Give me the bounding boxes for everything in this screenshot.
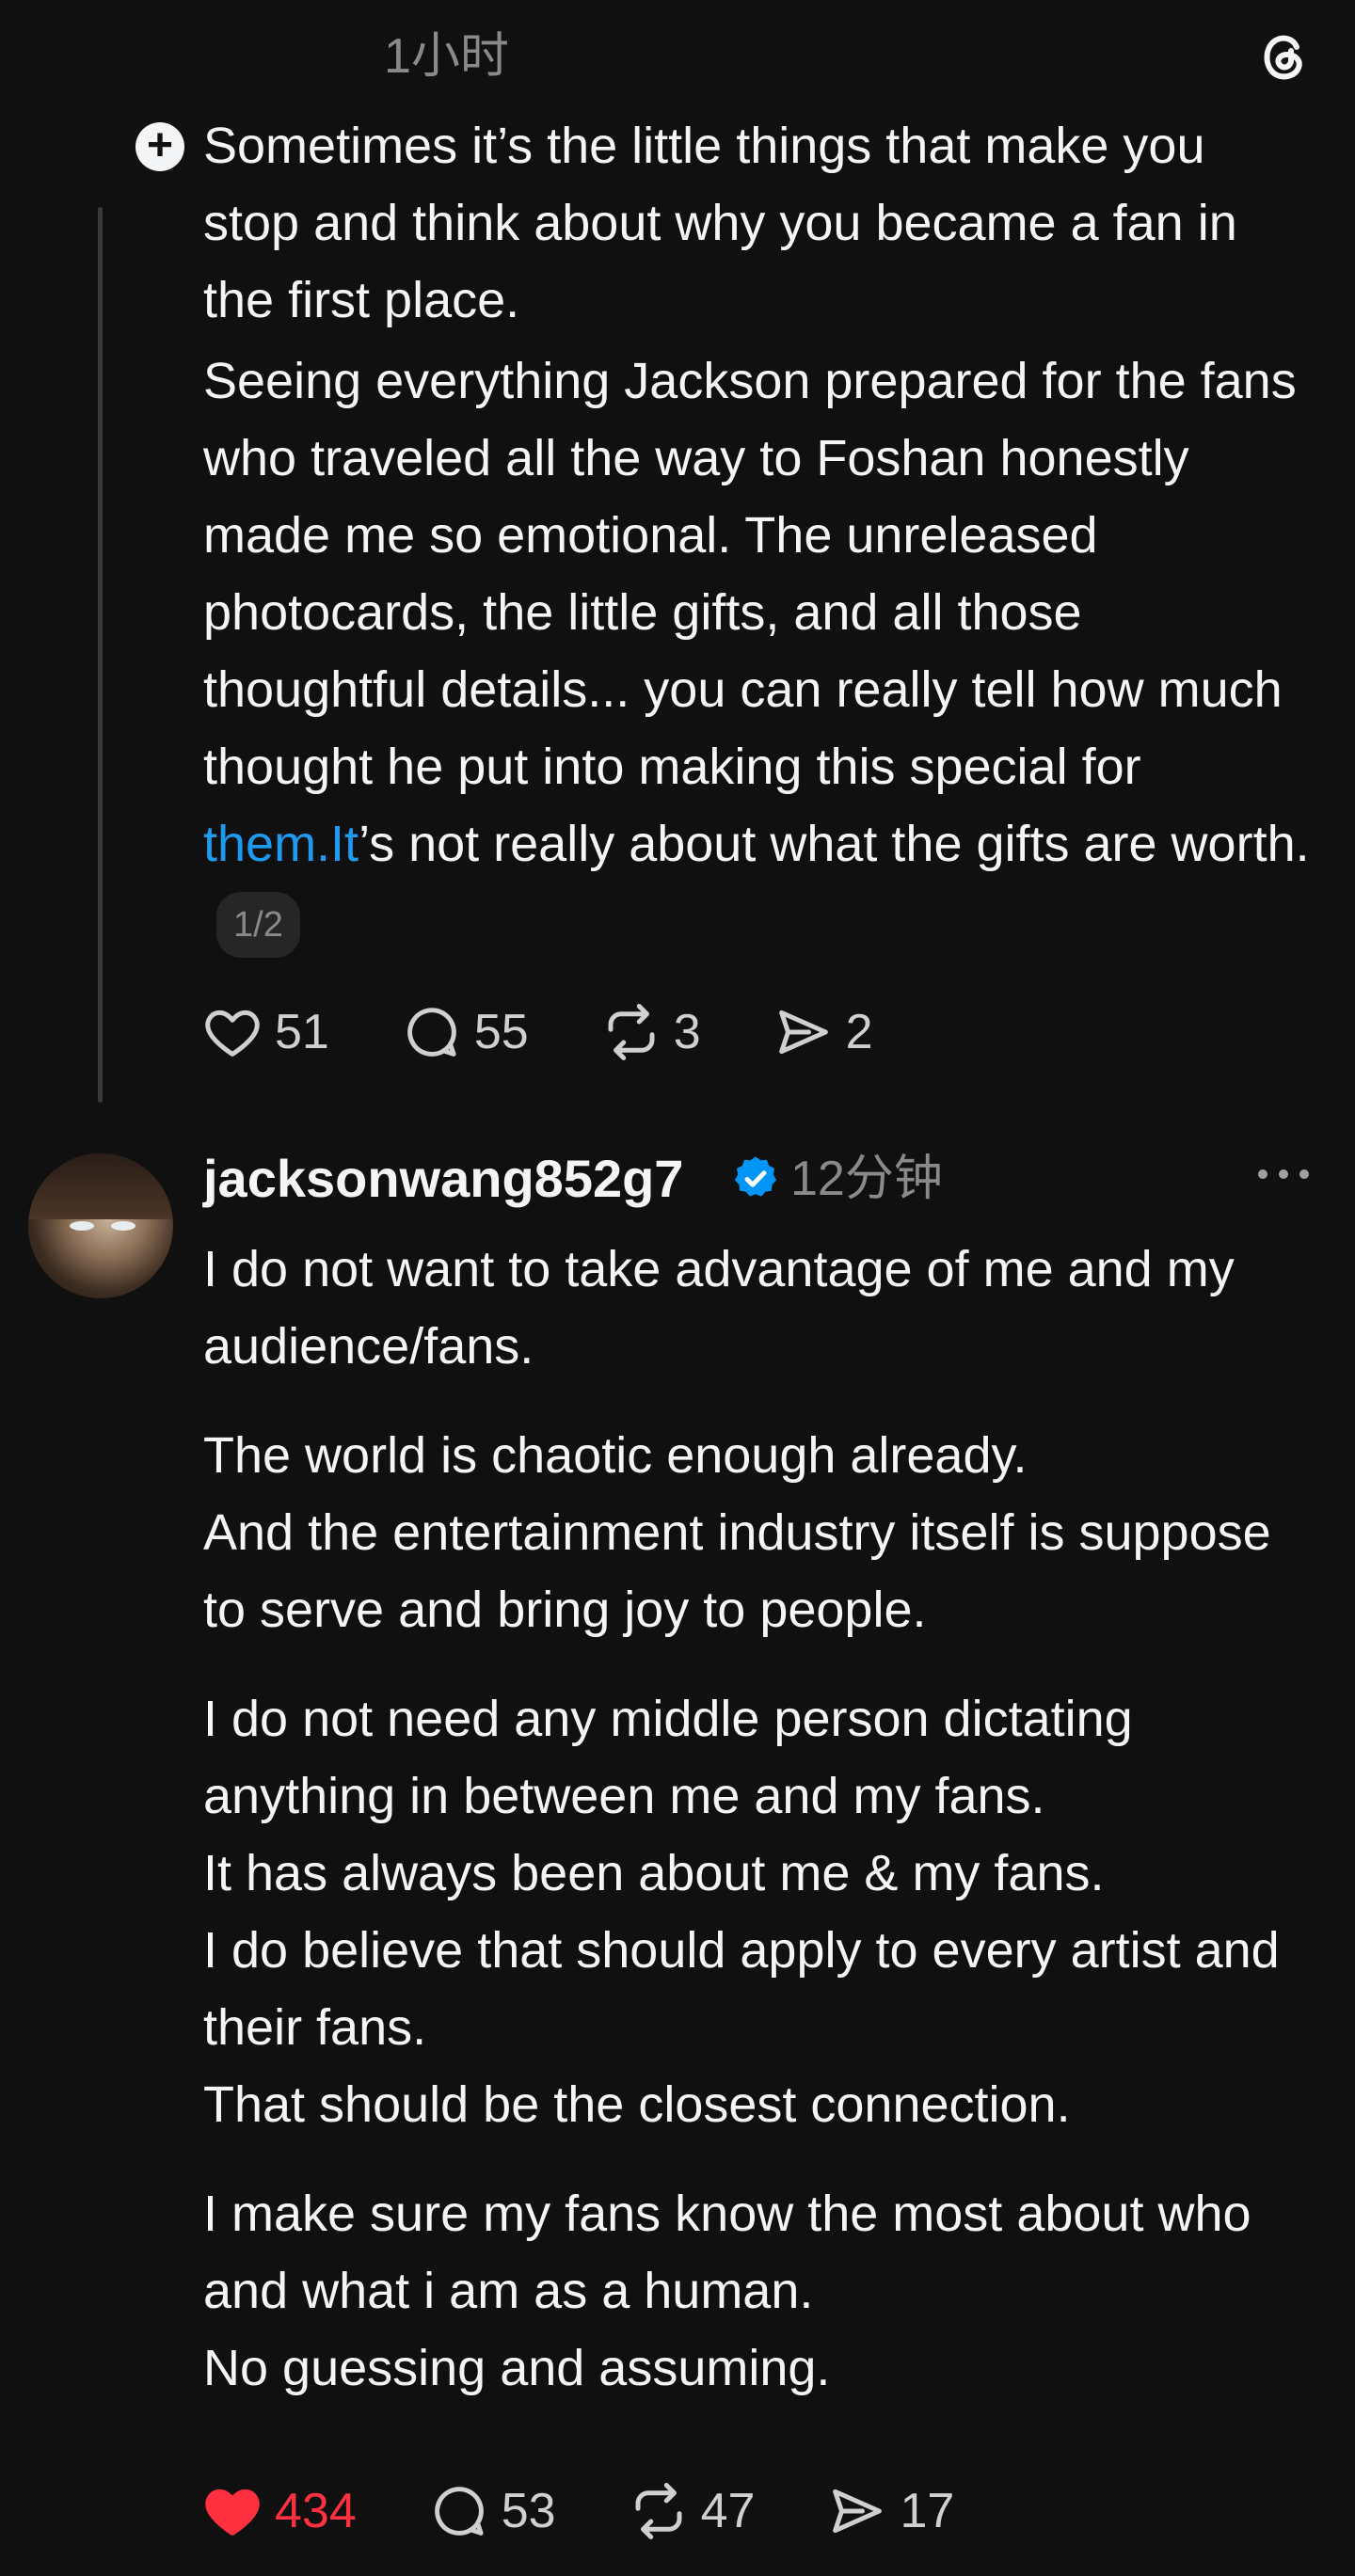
share-button[interactable]: 17	[826, 2480, 954, 2542]
repost-button[interactable]: 3	[600, 1001, 701, 1063]
post-body: Sometimes it’s the little things that ma…	[203, 107, 1314, 960]
username-link[interactable]: jacksonwang852g7	[203, 1146, 683, 1212]
reply-button[interactable]: 55	[401, 1001, 529, 1063]
post-link[interactable]: them.It	[203, 816, 359, 872]
like-count: 51	[275, 1005, 329, 1059]
post-text: Seeing everything Jackson prepared for t…	[203, 353, 1297, 795]
post-paragraph: The world is chaotic enough already.	[203, 1427, 1028, 1484]
reply-count: 53	[501, 2484, 556, 2538]
reply-button[interactable]: 53	[428, 2480, 556, 2542]
follow-plus-icon[interactable]: +	[136, 122, 184, 171]
post-paragraph: And the entertainment industry itself is…	[203, 1504, 1271, 1638]
post-paragraph: Sometimes it’s the little things that ma…	[203, 118, 1237, 328]
post-paragraph: I do not need any middle person dictatin…	[203, 1691, 1133, 1824]
more-icon[interactable]	[1253, 1165, 1314, 1184]
like-button[interactable]: 51	[201, 1001, 329, 1063]
heart-icon	[205, 2489, 260, 2536]
post-paragraph: It has always been about me & my fans.	[203, 1845, 1105, 1901]
post-timestamp: 12分钟	[790, 1152, 943, 1206]
post-paragraph: I make sure my fans know the most about …	[203, 2186, 1251, 2319]
repost-count: 3	[673, 1005, 701, 1059]
heart-icon	[205, 1010, 260, 1057]
post-paragraph: Seeing everything Jackson prepared for t…	[203, 342, 1314, 960]
reply-bubble-icon	[434, 2487, 484, 2536]
post-text: ’s not really about what the gifts are w…	[359, 816, 1310, 872]
post-paragraph: I do not want to take advantage of me an…	[203, 1241, 1235, 1375]
post-timestamp: 1小时	[384, 29, 509, 84]
share-button[interactable]: 2	[773, 1001, 873, 1063]
like-count: 434	[275, 2484, 357, 2538]
thread-connector-line	[98, 207, 103, 1103]
post-body: I do not want to take advantage of me an…	[203, 1231, 1314, 2407]
page-indicator-badge[interactable]: 1/2	[216, 891, 300, 958]
like-button[interactable]: 434	[201, 2480, 357, 2542]
avatar[interactable]	[28, 1153, 173, 1298]
reply-count: 55	[473, 1005, 529, 1059]
repost-count: 47	[700, 2484, 756, 2538]
share-send-icon	[833, 2489, 883, 2534]
verified-badge-icon	[730, 1153, 781, 1204]
repost-icon	[635, 2483, 682, 2539]
post-paragraph: That should be the closest connection.	[203, 2076, 1071, 2133]
post-actions-bar: 434 53 47 17	[201, 2478, 1026, 2544]
repost-icon	[608, 1004, 655, 1060]
share-send-icon	[778, 1010, 828, 1055]
share-count: 17	[900, 2484, 955, 2538]
post-paragraph: No guessing and assuming.	[203, 2340, 831, 2396]
threads-logo-icon[interactable]	[1253, 26, 1314, 87]
post-paragraph: I do believe that should apply to every …	[203, 1922, 1280, 2056]
share-count: 2	[845, 1005, 873, 1059]
post-actions-bar: 51 55 3 2	[201, 999, 945, 1065]
repost-button[interactable]: 47	[628, 2480, 756, 2542]
reply-bubble-icon	[407, 1008, 456, 1057]
